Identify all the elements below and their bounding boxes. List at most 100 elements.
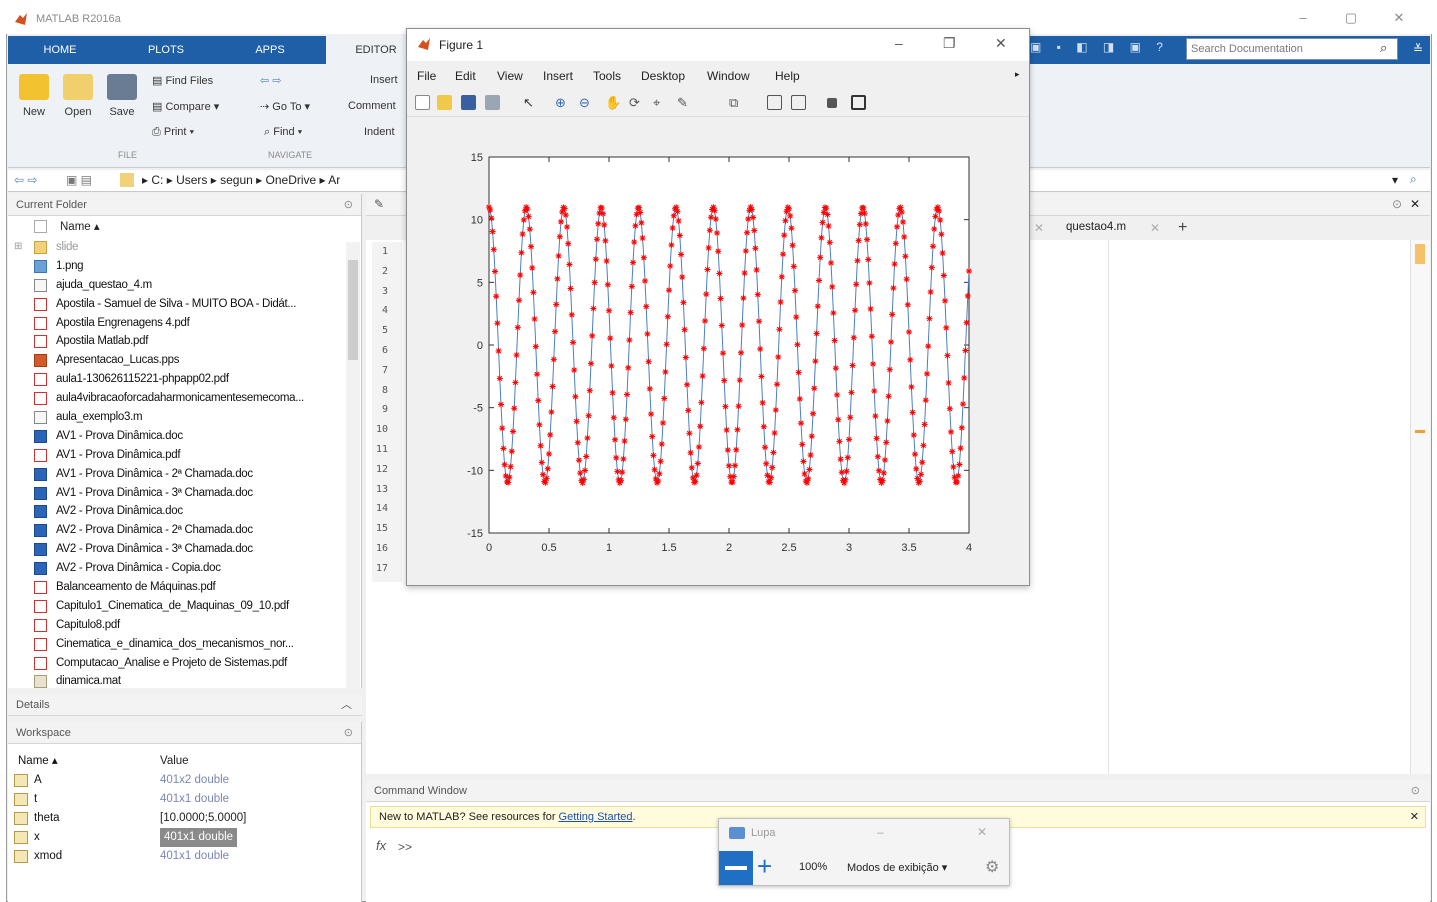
- name-column-header[interactable]: Name ▴: [8, 216, 361, 238]
- expand-icon[interactable]: ⊞: [14, 238, 22, 257]
- file-list-item[interactable]: 1.png: [8, 257, 361, 276]
- go-to-button[interactable]: ⇢ Go To ▾: [260, 100, 310, 113]
- menu-file[interactable]: File: [417, 69, 436, 83]
- scrollbar-thumb[interactable]: [348, 260, 358, 360]
- indent-button[interactable]: Indent: [364, 126, 395, 138]
- minimize-icon[interactable]: –: [877, 825, 884, 839]
- workspace-variable-row[interactable]: A 401x2 double: [8, 771, 361, 790]
- menu-desktop[interactable]: Desktop: [641, 69, 685, 83]
- rotate-icon[interactable]: ⟳: [629, 95, 644, 110]
- nav-arrows-icon[interactable]: ⇦ ⇨: [14, 173, 37, 187]
- zoom-out-button[interactable]: [719, 851, 753, 885]
- colorbar-icon[interactable]: [767, 95, 782, 110]
- close-icon[interactable]: ✕: [1384, 10, 1414, 30]
- panel-options-icon[interactable]: ⊙: [1392, 197, 1402, 211]
- ws-value-header[interactable]: Value: [160, 752, 189, 771]
- save-button[interactable]: Save: [102, 74, 142, 118]
- new-figure-icon[interactable]: [415, 95, 430, 110]
- warning-marker[interactable]: [1415, 244, 1425, 264]
- file-list-item[interactable]: AV2 - Prova Dinâmica - 2ª Chamada.doc: [8, 521, 361, 540]
- file-list-item[interactable]: AV1 - Prova Dinâmica - 3ª Chamada.doc: [8, 484, 361, 503]
- restore-icon[interactable]: ❐: [943, 35, 956, 52]
- file-list-item[interactable]: Apostila Engrenagens 4.pdf: [8, 314, 361, 333]
- details-panel[interactable]: Details ︿: [8, 694, 362, 716]
- warning-line-marker[interactable]: [1415, 430, 1425, 433]
- file-list-scrollbar[interactable]: [346, 242, 360, 688]
- menu-view[interactable]: View: [497, 69, 523, 83]
- file-list-item[interactable]: aula4vibracaoforcadaharmonicamentesemeco…: [8, 389, 361, 408]
- new-button[interactable]: New: [14, 74, 54, 118]
- legend-icon[interactable]: [791, 95, 806, 110]
- zoom-in-icon[interactable]: ⊕: [555, 95, 570, 110]
- workspace-variable-row[interactable]: theta [10.0000;5.0000]: [8, 809, 361, 828]
- zoom-out-icon[interactable]: ⊖: [579, 95, 594, 110]
- figure-titlebar[interactable]: Figure 1 – ❐ ✕: [407, 29, 1029, 61]
- editor-scrollbar[interactable]: [1410, 240, 1430, 774]
- breadcrumb[interactable]: ▸ C: ▸ Users ▸ segun ▸ OneDrive ▸ Ar: [142, 173, 340, 187]
- breadcrumb-c[interactable]: C:: [151, 173, 163, 187]
- breadcrumb-onedrive[interactable]: OneDrive: [266, 173, 317, 187]
- comment-button[interactable]: Comment: [348, 100, 396, 112]
- panel-options-icon[interactable]: ⊙: [344, 722, 353, 744]
- magnifier-window[interactable]: Lupa – ✕ + 100% Modos de exibição ▾ ⚙: [718, 818, 1010, 886]
- breadcrumb-ar[interactable]: Ar: [328, 173, 340, 187]
- file-list-item[interactable]: ⊞ slide: [8, 238, 361, 257]
- file-list-item[interactable]: Capitulo8.pdf: [8, 616, 361, 635]
- menu-insert[interactable]: Insert: [543, 69, 573, 83]
- file-list-item[interactable]: Apresentacao_Lucas.pps: [8, 351, 361, 370]
- back-forward-icon[interactable]: ⇦ ⇨: [260, 74, 282, 87]
- file-list-item[interactable]: AV2 - Prova Dinâmica - 3ª Chamada.doc: [8, 540, 361, 559]
- save-figure-icon[interactable]: [461, 95, 476, 110]
- open-button[interactable]: Open: [58, 74, 98, 118]
- file-list-item[interactable]: Balanceamento de Máquinas.pdf: [8, 578, 361, 597]
- pan-icon[interactable]: ✋: [605, 95, 621, 110]
- panel-options-icon[interactable]: ⊙: [1411, 780, 1420, 802]
- search-folder-icon[interactable]: ⌕: [1410, 172, 1417, 187]
- search-icon[interactable]: ⌕: [1380, 40, 1387, 56]
- quick-access-toolbar[interactable]: ▣ ▪ ◧ ◨ ▣ ?: [1030, 40, 1180, 58]
- tab-plots[interactable]: PLOTS: [116, 36, 216, 64]
- breadcrumb-segun[interactable]: segun: [220, 173, 253, 187]
- address-dropdown-icon[interactable]: ▾: [1392, 173, 1398, 187]
- chevron-up-icon[interactable]: ︿: [341, 694, 352, 716]
- file-list-item[interactable]: Apostila Matlab.pdf: [8, 332, 361, 351]
- breadcrumb-users[interactable]: Users: [176, 173, 207, 187]
- minimize-icon[interactable]: –: [1288, 10, 1318, 30]
- browse-folder-icon[interactable]: ▣ ▤: [66, 173, 92, 187]
- maximize-icon[interactable]: ▢: [1336, 10, 1366, 30]
- hide-tools-icon[interactable]: [827, 98, 837, 108]
- file-list-item[interactable]: AV1 - Prova Dinâmica - 2ª Chamada.doc: [8, 465, 361, 484]
- tab-questao4[interactable]: questao4.m: [1066, 221, 1126, 233]
- find-files-button[interactable]: ▤ Find Files: [152, 74, 213, 87]
- details-header[interactable]: Details ︿: [8, 694, 362, 716]
- menu-tools[interactable]: Tools: [593, 69, 621, 83]
- pointer-icon[interactable]: ↖: [523, 95, 538, 110]
- close-icon[interactable]: ✕: [977, 825, 987, 839]
- tab-close-icon[interactable]: ✕: [1150, 221, 1160, 235]
- close-info-icon[interactable]: ✕: [1410, 807, 1419, 827]
- tab-apps[interactable]: APPS: [220, 36, 320, 64]
- print-figure-icon[interactable]: [485, 95, 500, 110]
- find-button[interactable]: ⌕ Find ▾: [264, 126, 302, 139]
- plus-icon[interactable]: +: [757, 851, 772, 881]
- tab-close-icon[interactable]: ✕: [1034, 221, 1044, 235]
- file-list-item[interactable]: aula_exemplo3.m: [8, 408, 361, 427]
- file-list-item[interactable]: Computacao_Analise e Projeto de Sistemas…: [8, 654, 361, 673]
- print-button[interactable]: ⎙ Print ▾: [152, 126, 194, 139]
- file-list-item[interactable]: Capitulo1_Cinematica_de_Maquinas_09_10.p…: [8, 597, 361, 616]
- file-list-item[interactable]: Cinematica_e_dinamica_dos_mecanismos_nor…: [8, 635, 361, 654]
- command-prompt[interactable]: >>: [398, 840, 412, 854]
- workspace-variable-row[interactable]: x 401x1 double: [8, 828, 361, 847]
- file-list-item[interactable]: AV1 - Prova Dinâmica.doc: [8, 427, 361, 446]
- close-icon[interactable]: ✕: [995, 35, 1007, 52]
- menu-help[interactable]: Help: [775, 69, 800, 83]
- plot-canvas[interactable]: 0 0.5 1 1.5 2 2.5 3 3.5 4 15 10 5 0 -5 -10 -15: [407, 119, 1029, 585]
- brush-icon[interactable]: ✎: [677, 95, 692, 110]
- data-cursor-icon[interactable]: ⌖: [653, 95, 668, 110]
- link-plot-icon[interactable]: ⧉: [729, 95, 744, 110]
- close-editor-icon[interactable]: ✕: [1410, 197, 1420, 211]
- tab-home[interactable]: HOME: [10, 36, 110, 64]
- show-tools-icon[interactable]: [851, 95, 866, 110]
- view-mode-dropdown[interactable]: Modos de exibição ▾: [847, 861, 947, 874]
- menu-overflow-icon[interactable]: ▸: [1015, 69, 1020, 80]
